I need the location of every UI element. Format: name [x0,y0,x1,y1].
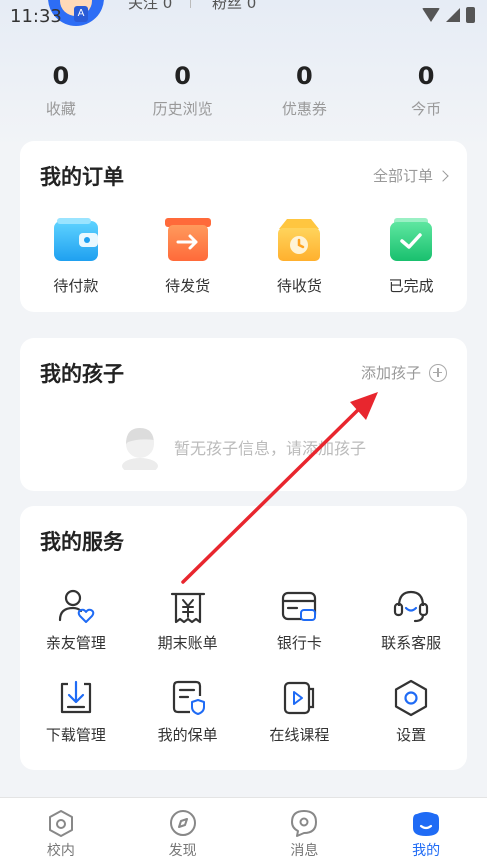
settings-icon [395,679,428,717]
wifi-icon [422,8,440,22]
children-card: 我的孩子 添加孩子 暂无孩子信息，请添加孩子 [20,338,467,491]
all-orders-label: 全部订单 [372,167,433,185]
stat-history[interactable]: 0 历史浏览 [122,62,244,119]
battery-icon [466,7,475,23]
stat-value: 0 [174,62,191,90]
tab-label: 消息 [290,843,319,859]
service-label: 在线课程 [269,726,330,744]
stat-value: 0 [52,62,70,90]
orders-card: 我的订单 全部订单 待付款 待发货 待收货 已完成 [20,141,467,312]
order-pending-payment[interactable]: 待付款 [20,217,132,296]
stat-label: 收藏 [45,100,76,118]
campus-icon [48,810,73,837]
chevron-right-icon [437,169,449,182]
mine-icon [413,812,440,836]
follow-divider [190,0,191,8]
plus-circle-icon [429,363,447,382]
tab-campus[interactable]: 校内 [0,798,122,865]
status-bar: A 关注 0 粉丝 0 11:33 [0,0,487,32]
add-child-label: 添加孩子 [360,364,421,382]
service-label: 设置 [396,726,427,744]
stat-value: 0 [296,62,313,90]
tab-mine[interactable]: 我的 [365,798,487,865]
all-orders-link[interactable]: 全部订单 [372,165,449,186]
tab-label: 发现 [168,843,197,859]
service-label: 银行卡 [276,634,322,652]
order-pending-shipment[interactable]: 待发货 [132,217,244,296]
order-pending-receipt[interactable]: 待收货 [244,217,356,296]
bank-card-icon [282,591,317,621]
services-grid: 亲友管理 期末账单 银行卡 联系客服 下载管理 我的保单 在线课程 设置 [20,586,467,770]
order-completed[interactable]: 已完成 [355,217,467,296]
service-label: 我的保单 [157,726,218,744]
tab-label: 我的 [412,843,441,859]
order-label: 待发货 [165,277,211,295]
bottom-tab-bar: 校内 发现 消息 我的 [0,797,487,865]
follow-count[interactable]: 关注 0 [128,0,172,13]
orders-title: 我的订单 [40,165,124,189]
service-online-course[interactable]: 在线课程 [244,678,356,770]
service-label: 联系客服 [381,634,442,652]
order-status-row: 待付款 待发货 待收货 已完成 [20,217,467,296]
online-course-icon [284,681,315,715]
order-label: 待收货 [276,277,322,295]
stats-row: 0 收藏 0 历史浏览 0 优惠券 0 今币 [0,62,487,119]
signal-icon [446,8,460,22]
receive-box-icon [278,219,321,261]
service-label: 下载管理 [45,726,106,744]
order-label: 已完成 [388,277,434,295]
service-bank-card[interactable]: 银行卡 [244,586,356,678]
children-empty-text: 暂无孩子信息，请添加孩子 [174,439,367,458]
services-card: 我的服务 亲友管理 期末账单 银行卡 联系客服 下载管理 我的保单 在线课程 设… [20,506,467,770]
stat-coupons[interactable]: 0 优惠券 [244,62,366,119]
service-family[interactable]: 亲友管理 [20,586,132,678]
completed-icon [390,218,433,261]
status-time: 11:33 [10,6,62,27]
tab-discover[interactable]: 发现 [122,798,244,865]
service-customer-support[interactable]: 联系客服 [355,586,467,678]
family-icon [58,589,95,623]
download-icon [60,680,91,714]
add-child-button[interactable]: 添加孩子 [361,362,447,383]
tab-label: 校内 [46,843,75,859]
order-label: 待付款 [53,277,99,295]
service-settings[interactable]: 设置 [355,678,467,770]
discover-icon [169,810,196,836]
stat-favorites[interactable]: 0 收藏 [0,62,122,119]
status-icons [422,7,475,23]
child-placeholder-avatar-icon [122,428,158,470]
service-bill[interactable]: 期末账单 [132,586,244,678]
stat-label: 历史浏览 [152,100,213,118]
children-title: 我的孩子 [40,362,124,386]
services-title: 我的服务 [40,530,124,554]
bill-icon [170,592,205,624]
fans-count[interactable]: 粉丝 0 [212,0,256,13]
stat-label: 优惠券 [281,100,327,118]
service-label: 期末账单 [157,634,218,652]
stat-value: 0 [417,62,435,90]
service-download[interactable]: 下载管理 [20,678,132,770]
service-label: 亲友管理 [45,634,106,652]
tab-messages[interactable]: 消息 [244,798,366,865]
avatar-badge-icon: A [74,6,88,22]
stat-coins[interactable]: 0 今币 [365,62,487,119]
ship-box-icon [164,218,211,261]
stat-label: 今币 [411,100,442,118]
policy-icon [172,680,205,715]
wallet-icon [53,218,98,261]
message-icon [291,810,318,837]
customer-service-icon [394,590,429,623]
service-policy[interactable]: 我的保单 [132,678,244,770]
children-empty-state: 暂无孩子信息，请添加孩子 [120,424,366,470]
